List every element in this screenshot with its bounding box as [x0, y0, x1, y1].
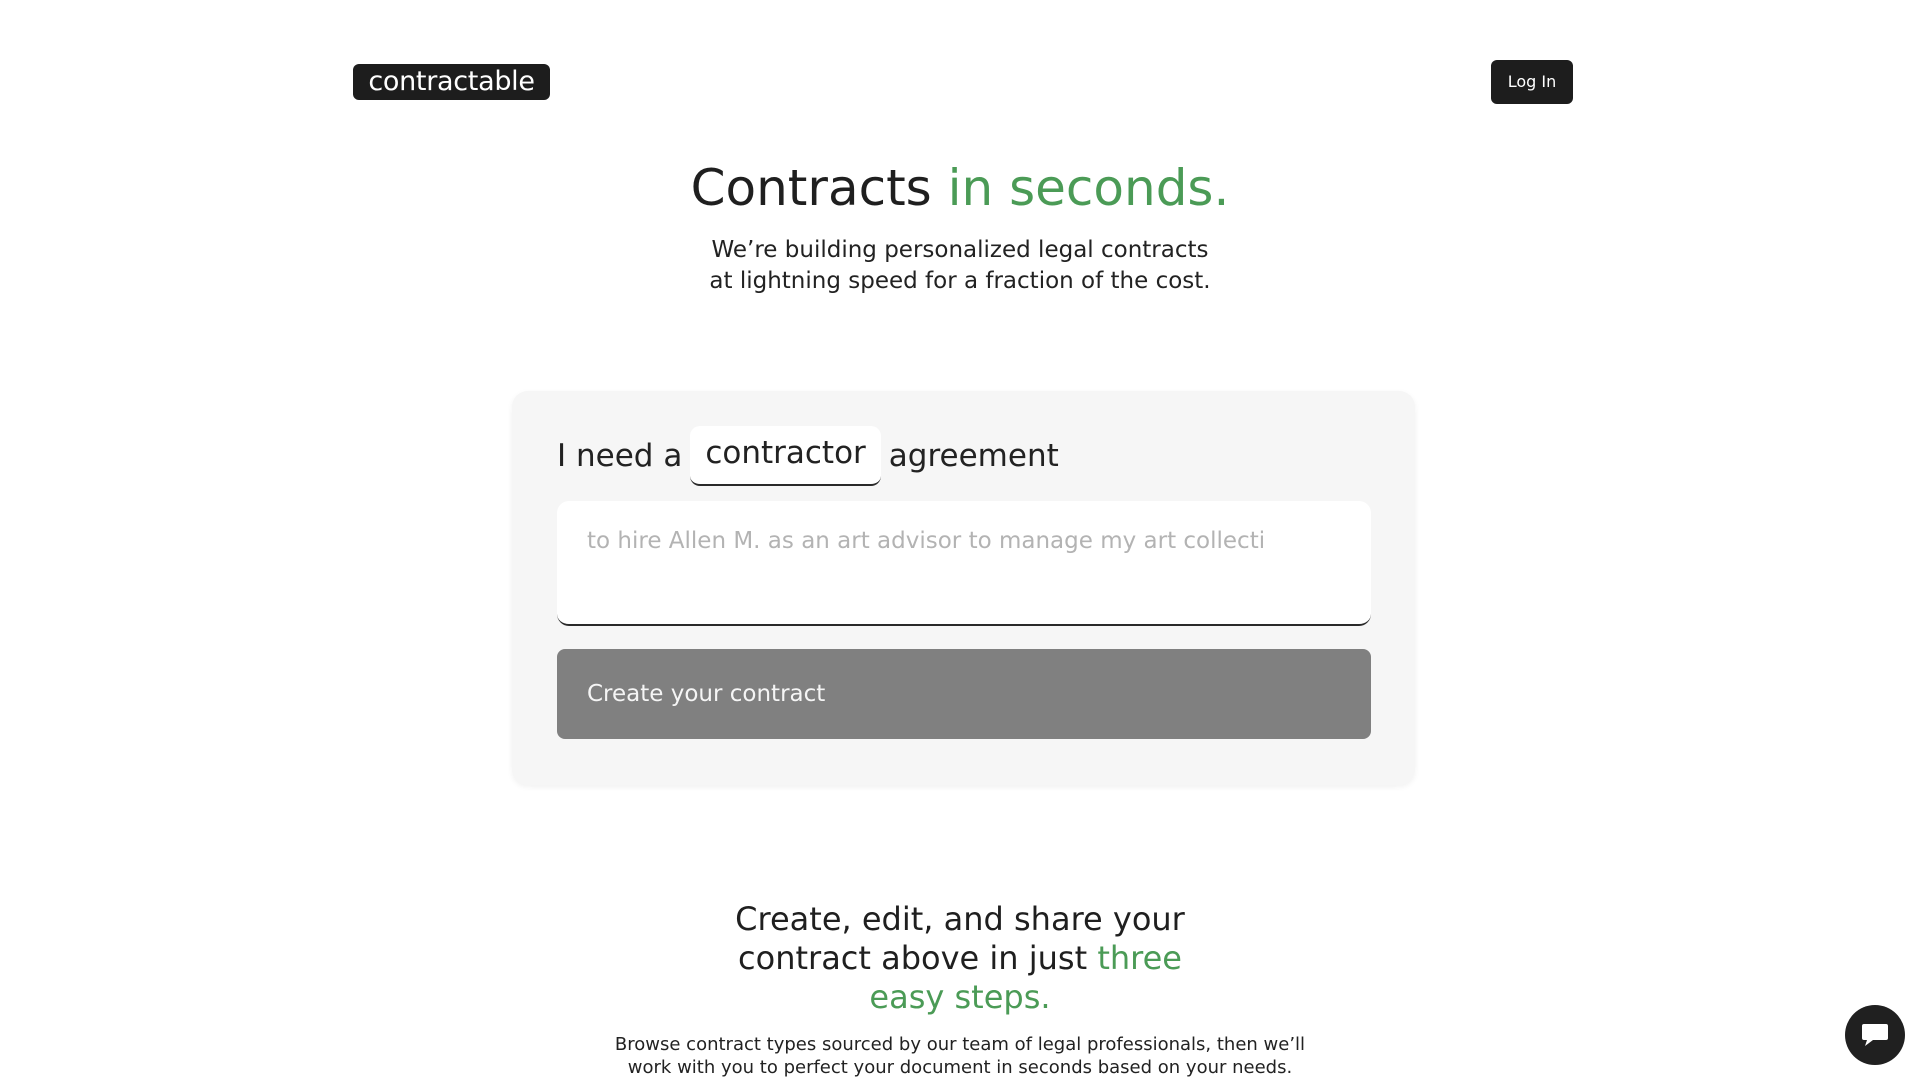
- sentence-prefix: I need a: [557, 438, 683, 474]
- login-button[interactable]: Log In: [1491, 60, 1573, 104]
- page: contractable Log In Contracts in seconds…: [0, 0, 1920, 1080]
- chat-bubble-icon: [1862, 1024, 1888, 1046]
- hero-title-accent: in seconds.: [947, 159, 1230, 217]
- contract-type-select[interactable]: contractor: [690, 426, 881, 486]
- steps-heading-accent-line: easy steps.: [869, 978, 1051, 1016]
- sentence-suffix: agreement: [888, 438, 1059, 474]
- hero-title: Contracts in seconds.: [0, 158, 1920, 218]
- logo[interactable]: contractable: [353, 64, 550, 100]
- steps-description-line: work with you to perfect your document i…: [627, 1057, 1293, 1078]
- steps-description: Browse contract types sourced by our tea…: [0, 1033, 1920, 1079]
- chat-button[interactable]: [1845, 1005, 1905, 1065]
- hero-title-main: Contracts: [690, 159, 932, 217]
- steps-heading-line: contract above in just three: [0, 939, 1920, 978]
- contract-description-input[interactable]: [557, 501, 1371, 626]
- create-contract-button[interactable]: Create your contract: [557, 649, 1371, 739]
- contract-builder-card: I need a contractor agreement Create you…: [512, 391, 1415, 785]
- steps-heading-main: contract above in just: [738, 939, 1088, 977]
- contract-type-sentence: I need a contractor agreement: [557, 425, 1059, 487]
- steps-heading: Create, edit, and share your contract ab…: [0, 900, 1920, 1017]
- hero-subtitle-line: We’re building personalized legal contra…: [711, 237, 1209, 263]
- steps-heading-line: Create, edit, and share your: [735, 900, 1185, 938]
- steps-heading-accent: three: [1097, 939, 1182, 977]
- hero-subtitle: We’re building personalized legal contra…: [0, 235, 1920, 297]
- steps-description-line: Browse contract types sourced by our tea…: [614, 1034, 1306, 1055]
- hero-subtitle-line: at lightning speed for a fraction of the…: [709, 268, 1211, 294]
